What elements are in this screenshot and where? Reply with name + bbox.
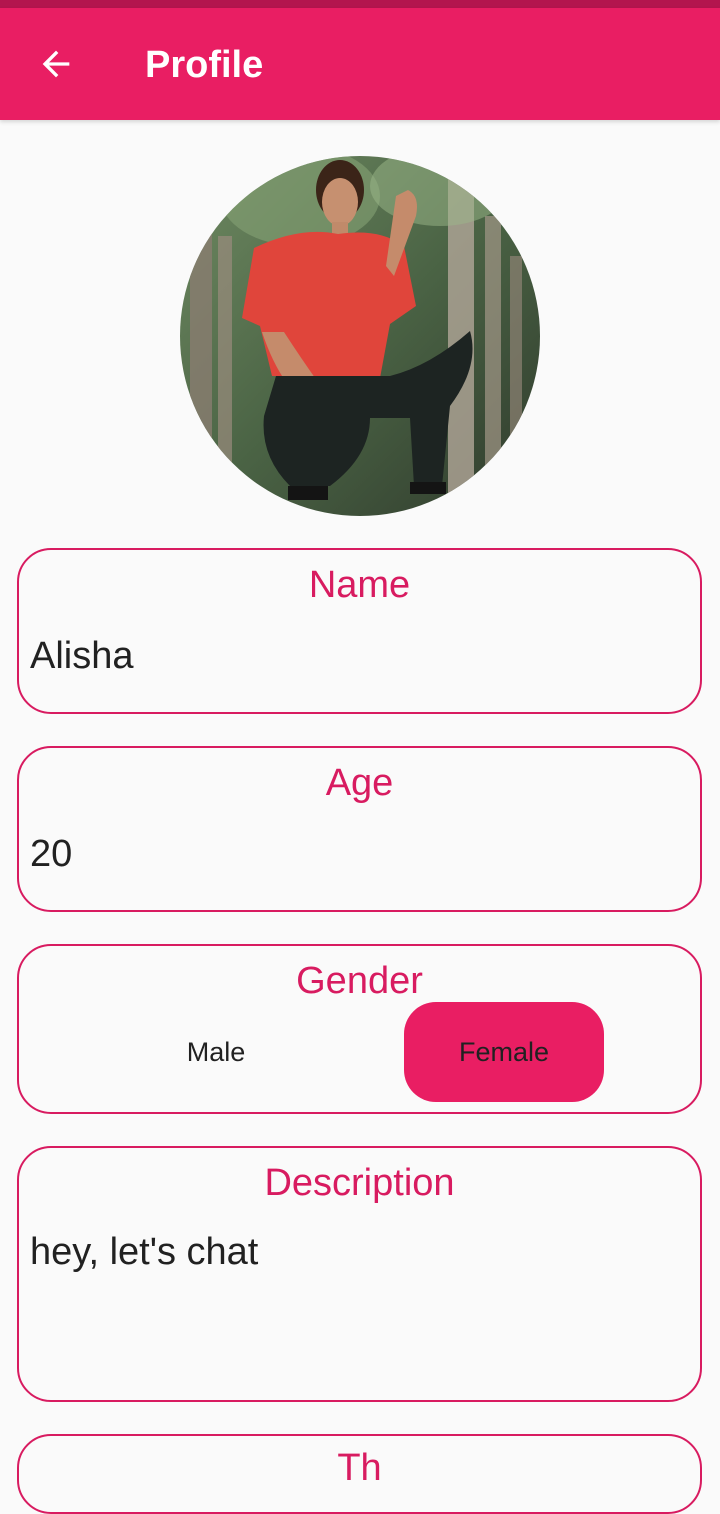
status-bar	[0, 0, 720, 8]
description-card: Description hey, let's chat	[17, 1146, 702, 1402]
description-field[interactable]: hey, let's chat	[30, 1230, 258, 1274]
arrow-left-icon	[42, 50, 70, 78]
description-label: Description	[264, 1162, 455, 1204]
app-bar: Profile	[0, 8, 720, 120]
next-card: Th	[17, 1434, 702, 1514]
avatar[interactable]	[180, 156, 540, 516]
back-button[interactable]	[28, 36, 84, 92]
age-field[interactable]: 20	[30, 832, 72, 876]
page-title: Profile	[145, 44, 264, 86]
age-card: Age 20	[17, 746, 702, 912]
gender-option-female[interactable]: Female	[404, 1002, 604, 1102]
age-label: Age	[325, 762, 394, 804]
gender-label: Gender	[296, 960, 423, 1002]
name-label: Name	[308, 564, 411, 606]
name-field[interactable]: Alisha	[30, 634, 134, 678]
next-card-label: Th	[337, 1447, 382, 1489]
name-card: Name Alisha	[17, 548, 702, 714]
gender-option-male[interactable]: Male	[116, 1002, 316, 1102]
gender-card: Gender Male Female	[17, 944, 702, 1114]
